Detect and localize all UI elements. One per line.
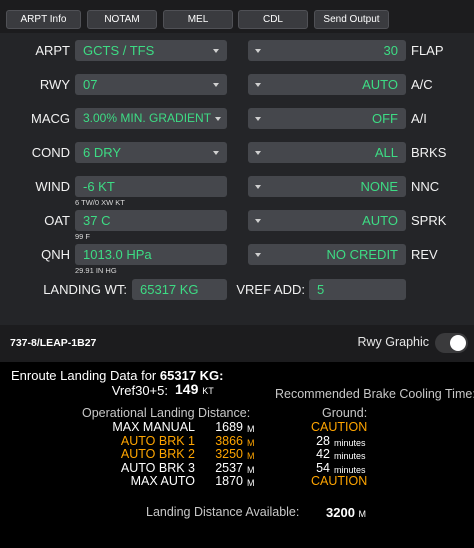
chevron-down-icon [213,151,219,155]
ai-label: A/I [411,111,427,126]
nnc-value: NONE [360,179,398,194]
vref-unit: KT [202,386,214,396]
ai-select[interactable]: OFF [248,108,406,129]
vref-add-input[interactable]: 5 [309,279,406,300]
distance-header: Operational Landing Distance: [82,406,251,420]
oat-fahrenheit: 99 F [75,232,91,241]
toggle-knob [450,335,466,351]
chevron-down-icon [255,117,261,121]
sprk-label: SPRK [411,213,447,228]
qnh-input[interactable]: 1013.0 HPa [75,244,227,265]
chevron-down-icon [255,185,261,189]
rwy-graphic-toggle[interactable] [435,333,468,353]
qnh-value: 1013.0 HPa [83,247,152,262]
oat-value: 37 C [83,213,111,228]
flap-label: FLAP [411,43,444,58]
row-label: MAX AUTO [130,474,195,488]
available-unit: M [358,509,367,519]
macg-value: 3.00% MIN. GRADIENT [83,111,212,125]
rwy-value: 07 [83,77,98,92]
cond-select[interactable]: 6 DRY [75,142,227,163]
vref-add-label: VREF ADD: [236,282,305,297]
chevron-down-icon [255,219,261,223]
qnh-inhg: 29.91 IN HG [75,266,117,275]
sprk-select[interactable]: AUTO [248,210,406,231]
cond-label: COND [31,145,70,160]
oat-input[interactable]: 37 C [75,210,227,231]
available-label: Landing Distance Available: [146,505,300,519]
available-value: 3200 M [326,505,366,522]
vref-number: 149 [175,381,199,397]
chevron-down-icon [215,117,221,121]
ac-label: A/C [411,77,433,92]
toolbar: ARPT Info NOTAM MEL CDL Send Output [0,0,474,33]
aircraft-model: 737-8/LEAP-1B27 [10,337,97,349]
row-distance-unit: M [247,478,255,488]
nnc-label: NNC [411,179,440,194]
ac-select[interactable]: AUTO [248,74,406,95]
oat-label: OAT [44,213,70,228]
chevron-down-icon [213,49,219,53]
brks-value: ALL [374,145,398,160]
arpt-value: GCTS / TFS [83,43,155,58]
cdl-button[interactable]: CDL [238,10,308,29]
brks-label: BRKS [411,145,447,160]
vref-label: Vref30+5: [111,383,168,398]
chevron-down-icon [255,253,261,257]
send-output-button[interactable]: Send Output [314,10,389,29]
nnc-select[interactable]: NONE [248,176,406,197]
rev-value: NO CREDIT [326,247,399,262]
wind-components: 6 TW/0 XW KT [75,198,125,207]
arpt-label: ARPT [35,43,70,58]
brks-select[interactable]: ALL [248,142,406,163]
rev-label: REV [411,247,438,262]
arpt-select[interactable]: GCTS / TFS [75,40,227,61]
available-number: 3200 [326,505,355,520]
ai-value: OFF [372,111,398,126]
macg-label: MACG [31,111,70,126]
row-distance: 1870 [215,474,243,488]
ac-value: AUTO [362,77,398,92]
flap-value: 30 [383,43,398,58]
cooling-caution: CAUTION [311,474,368,488]
wind-input[interactable]: -6 KT [75,176,227,197]
chevron-down-icon [255,83,261,87]
wind-label: WIND [35,179,70,194]
arpt-info-button[interactable]: ARPT Info [6,10,81,29]
model-bar: 737-8/LEAP-1B27 Rwy Graphic [0,325,474,362]
vref-add-value: 5 [317,282,325,297]
rwy-label: RWY [39,77,70,92]
results-title-prefix: Enroute Landing Data for [11,368,157,383]
ground-header: Ground: [322,406,368,420]
notam-button[interactable]: NOTAM [87,10,157,29]
macg-select[interactable]: 3.00% MIN. GRADIENT [75,108,227,129]
chevron-down-icon [213,83,219,87]
flap-select[interactable]: 30 [248,40,406,61]
vref-value: 149 KT [175,382,214,399]
rwy-select[interactable]: 07 [75,74,227,95]
sprk-value: AUTO [362,213,398,228]
chevron-down-icon [255,151,261,155]
cooling-header: Recommended Brake Cooling Time: [275,387,474,401]
rev-select[interactable]: NO CREDIT [248,244,406,265]
chevron-down-icon [255,49,261,53]
wind-value: -6 KT [83,179,115,194]
landing-wt-input[interactable]: 65317 KG [132,279,227,300]
cond-value: 6 DRY [83,145,122,160]
mel-button[interactable]: MEL [163,10,233,29]
landing-wt-value: 65317 KG [140,282,199,297]
qnh-label: QNH [41,247,70,262]
landing-wt-label: LANDING WT: [43,282,127,297]
rwy-graphic-label: Rwy Graphic [357,335,429,349]
